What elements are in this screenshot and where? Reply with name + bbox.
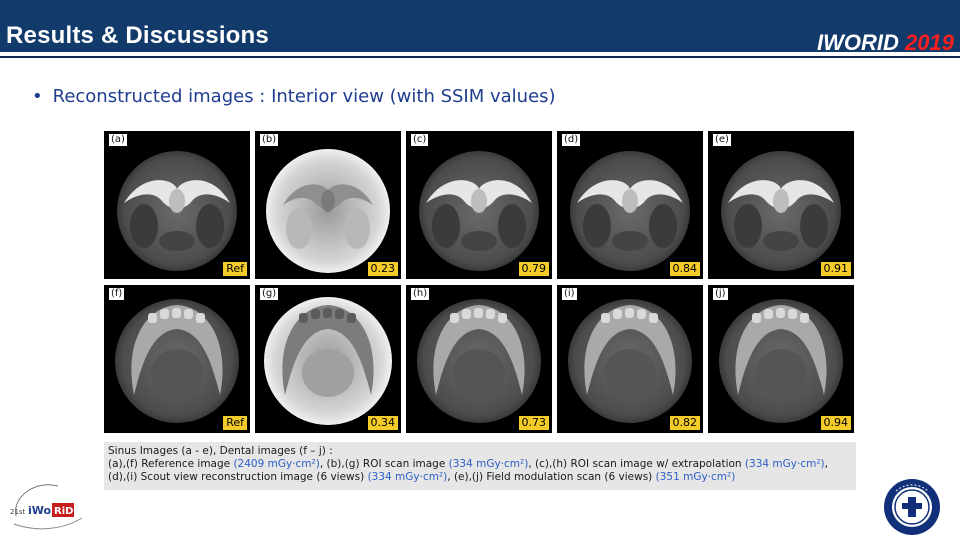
svg-text:21st: 21st (10, 508, 26, 516)
ssim-value: Ref (223, 262, 247, 276)
ssim-value: 0.73 (518, 416, 549, 430)
panel-label: (d) (562, 134, 581, 146)
caption-text: , (b),(g) ROI scan image (319, 458, 449, 470)
iworid-logo: 21st iWo RiD (10, 484, 83, 530)
ssim-value: 0.23 (367, 262, 398, 276)
ssim-value: 0.84 (669, 262, 700, 276)
panel-label: (e) (713, 134, 731, 146)
panel-label: (h) (411, 288, 430, 300)
image-cell-b: (b) 0.23 (255, 131, 401, 279)
caption-text: (a),(f) Reference image (108, 458, 234, 470)
panel-label: (c) (411, 134, 429, 146)
image-cell-g: (g) 0.34 (255, 285, 401, 433)
sinus-image (419, 151, 539, 271)
ssim-value: 0.34 (367, 416, 398, 430)
figure-caption: Sinus Images (a - e), Dental images (f –… (104, 442, 856, 490)
svg-text:RiD: RiD (54, 506, 73, 517)
caption-line-1: Sinus Images (a - e), Dental images (f –… (108, 445, 333, 457)
sinus-image (570, 151, 690, 271)
image-cell-a: (a) Ref (104, 131, 250, 279)
image-cell-d: (d) 0.84 (557, 131, 703, 279)
image-cell-f: (f) Ref (104, 285, 250, 433)
dose-value: (351 mGy·cm²) (655, 471, 736, 483)
yonsei-seal (884, 479, 940, 535)
caption-text: , (824, 458, 828, 470)
image-cell-i: (i) 0.82 (557, 285, 703, 433)
svg-text:iWo: iWo (28, 504, 52, 517)
caption-text: (d),(i) Scout view reconstruction image … (108, 471, 368, 483)
panel-label: (b) (260, 134, 279, 146)
caption-text: , (e),(j) Field modulation scan (6 views… (447, 471, 656, 483)
ssim-value: 0.91 (820, 262, 851, 276)
header-rule-shadow (0, 56, 960, 58)
panel-label: (j) (713, 288, 728, 300)
caption-line-2: (a),(f) Reference image (2409 mGy·cm²), … (108, 458, 852, 471)
image-cell-c: (c) 0.79 (406, 131, 552, 279)
panel-label: (f) (109, 288, 125, 300)
ssim-value: Ref (223, 416, 247, 430)
dental-image (568, 299, 692, 423)
bullet-dot-icon: • (32, 86, 43, 107)
header-bar: Results & Discussions IWORID 2019 (0, 0, 960, 58)
bullet-item: • Reconstructed images : Interior view (w… (32, 86, 556, 107)
dental-image (115, 299, 239, 423)
sinus-image (117, 151, 237, 271)
sinus-image (266, 149, 390, 273)
panel-label: (i) (562, 288, 577, 300)
ssim-value: 0.82 (669, 416, 700, 430)
ssim-value: 0.94 (820, 416, 851, 430)
panel-label: (g) (260, 288, 279, 300)
dental-image (417, 299, 541, 423)
sinus-image (721, 151, 841, 271)
caption-line-3: (d),(i) Scout view reconstruction image … (108, 471, 852, 484)
dose-value: (334 mGy·cm²) (367, 471, 448, 483)
dose-value: (334 mGy·cm²) (448, 458, 529, 470)
panel-label: (a) (109, 134, 127, 146)
image-grid: (a) Ref (b) 0.23 (c) 0.79 (d) 0.84 (e) 0… (104, 131, 856, 439)
dental-image (264, 297, 392, 425)
image-cell-e: (e) 0.91 (708, 131, 854, 279)
image-cell-j: (j) 0.94 (708, 285, 854, 433)
caption-text: , (c),(h) ROI scan image w/ extrapolatio… (528, 458, 745, 470)
image-cell-h: (h) 0.73 (406, 285, 552, 433)
ssim-value: 0.79 (518, 262, 549, 276)
dose-value: (2409 mGy·cm²) (233, 458, 320, 470)
slide-title: Results & Discussions (6, 22, 269, 49)
bullet-text: Reconstructed images : Interior view (wi… (52, 86, 556, 107)
dose-value: (334 mGy·cm²) (744, 458, 825, 470)
dental-image (719, 299, 843, 423)
